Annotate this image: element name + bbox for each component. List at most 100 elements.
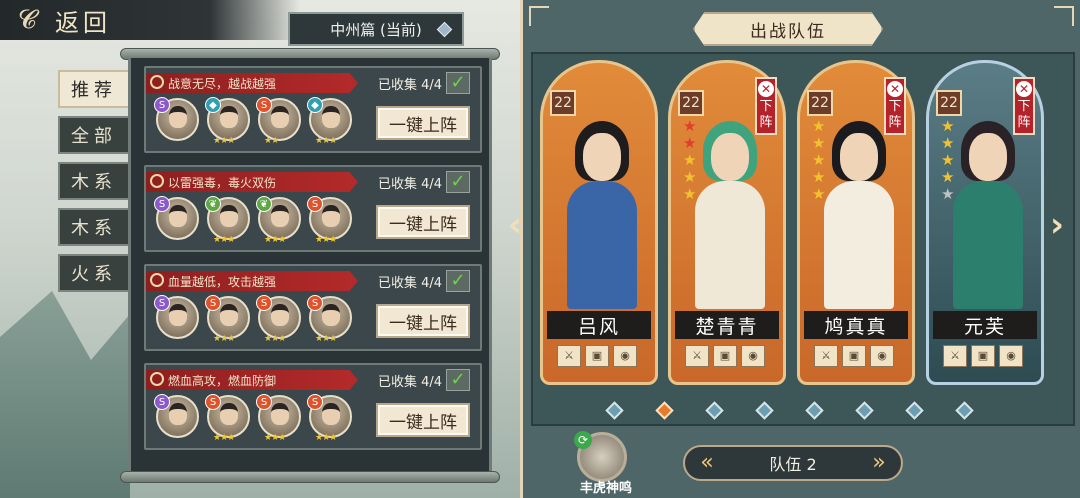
element-icon: S	[256, 394, 272, 410]
team-member-card[interactable]: 22 ★ ★ ★ ★ ★ ✕ 下阵 鸠真真 ⚔ ▣ ◉	[797, 60, 915, 385]
chevron-left-icon[interactable]: ‹	[508, 205, 522, 245]
hero-face	[169, 106, 187, 128]
close-icon: ✕	[1016, 81, 1032, 97]
star-rating: ★★★	[315, 334, 337, 344]
team-member-card[interactable]: 22 吕风 ⚔ ▣ ◉	[540, 60, 658, 385]
chevron-left-icon[interactable]: «	[695, 452, 719, 474]
star-icon: ★	[683, 151, 697, 169]
star-icon: ★	[812, 185, 826, 203]
check-icon: ✓	[446, 369, 470, 391]
collected-count: 已收集 4/4	[378, 78, 443, 93]
page-dot[interactable]	[955, 401, 974, 420]
hero-portrait[interactable]: S ★★★	[205, 394, 250, 443]
lineup-title: 血量越低，攻击越强	[168, 274, 277, 289]
armor-icon[interactable]: ▣	[585, 345, 609, 367]
team-member-card[interactable]: 22 ★ ★ ★ ★ ★ ✕ 下阵 楚青青 ⚔ ▣ ◉	[668, 60, 786, 385]
page-dot[interactable]	[755, 401, 774, 420]
armor-icon[interactable]: ▣	[713, 345, 737, 367]
hero-portrait[interactable]: ❦ ★★★	[256, 196, 301, 245]
hero-portrait[interactable]: ◆ ★★★	[307, 97, 352, 146]
deploy-button[interactable]: 一键上阵	[376, 304, 470, 338]
hero-portrait[interactable]: S	[154, 196, 199, 240]
corner-ornament	[1054, 6, 1074, 26]
deploy-button[interactable]: 一键上阵	[376, 403, 470, 437]
character-face	[711, 133, 749, 181]
element-icon: S	[205, 295, 221, 311]
hero-portrait[interactable]: S ★★★	[307, 394, 352, 443]
star-rating: ★★★	[264, 334, 286, 344]
check-icon: ✓	[446, 171, 470, 193]
page-dot[interactable]	[705, 401, 724, 420]
hero-portrait[interactable]: S	[154, 295, 199, 339]
star-icon: ★	[941, 117, 955, 135]
page-dot[interactable]	[905, 401, 924, 420]
hero-portrait[interactable]: S ★★★	[256, 394, 301, 443]
accessory-icon[interactable]: ◉	[870, 345, 894, 367]
star-icon: ★	[683, 185, 697, 203]
character-name: 鸠真真	[804, 311, 908, 339]
star-rating: ★★	[264, 136, 279, 146]
element-icon: ◆	[307, 97, 323, 113]
hero-face	[220, 106, 238, 128]
accessory-icon[interactable]: ◉	[613, 345, 637, 367]
element-icon: ❦	[205, 196, 221, 212]
page-dot[interactable]	[805, 401, 824, 420]
star-icon: ★	[812, 168, 826, 186]
swirl-back-icon: 𝓒	[18, 5, 37, 35]
lineup-card: 以雷强毒，毒火双伤 已收集 4/4 ✓ S ❦ ★★★ ❦ ★★★ S ★★★ …	[144, 165, 482, 252]
character-face	[583, 133, 621, 181]
remove-button[interactable]: ✕ 下阵	[755, 77, 777, 135]
star-rating: ★ ★ ★ ★ ★	[683, 119, 696, 202]
weapon-icon[interactable]: ⚔	[943, 345, 967, 367]
weapon-icon[interactable]: ⚔	[685, 345, 709, 367]
weapon-icon[interactable]: ⚔	[557, 345, 581, 367]
hero-portrait[interactable]: ❦ ★★★	[205, 196, 250, 245]
hero-portrait[interactable]: S ★★★	[307, 196, 352, 245]
element-icon: S	[154, 97, 170, 113]
hero-portrait[interactable]: S ★★★	[307, 295, 352, 344]
page-dot[interactable]	[605, 401, 624, 420]
star-rating: ★★★	[264, 235, 286, 245]
element-icon: S	[154, 295, 170, 311]
armor-icon[interactable]: ▣	[842, 345, 866, 367]
star-icon: ★	[941, 151, 955, 169]
deploy-button[interactable]: 一键上阵	[376, 205, 470, 239]
hero-portrait[interactable]: S	[154, 97, 199, 141]
hero-portrait[interactable]: S ★★	[256, 97, 301, 146]
remove-button[interactable]: ✕ 下阵	[884, 77, 906, 135]
star-icon: ★	[812, 117, 826, 135]
hero-face	[322, 106, 340, 128]
corner-ornament	[529, 6, 549, 26]
hero-face	[169, 403, 187, 425]
hero-face	[271, 106, 289, 128]
team-selector: « 队伍 2 »	[683, 445, 903, 481]
deploy-button[interactable]: 一键上阵	[376, 106, 470, 140]
remove-label: 下阵	[1017, 99, 1031, 130]
page-dot[interactable]	[855, 401, 874, 420]
skill-button[interactable]: ⟳ 丰虎神鸣	[574, 431, 632, 496]
armor-icon[interactable]: ▣	[971, 345, 995, 367]
hero-portrait[interactable]: S	[154, 394, 199, 438]
character-body	[695, 181, 765, 309]
back-button[interactable]: 𝓒 返回	[0, 0, 300, 40]
team-selector-label: 队伍 2	[769, 455, 817, 474]
star-rating: ★★★	[315, 136, 337, 146]
check-icon: ✓	[446, 72, 470, 94]
star-rating: ★★★	[264, 433, 286, 443]
chevron-right-icon[interactable]: ›	[1050, 205, 1064, 245]
page-dot[interactable]	[655, 401, 674, 420]
chevron-right-icon[interactable]: »	[867, 452, 891, 474]
element-icon: S	[154, 394, 170, 410]
accessory-icon[interactable]: ◉	[999, 345, 1023, 367]
close-icon: ✕	[758, 81, 774, 97]
weapon-icon[interactable]: ⚔	[814, 345, 838, 367]
hero-portrait[interactable]: S ★★★	[205, 295, 250, 344]
team-member-card[interactable]: 22 ★ ★ ★ ★ ★ ✕ 下阵 元芙 ⚔ ▣ ◉	[926, 60, 1044, 385]
magnifier-icon	[150, 75, 164, 89]
hero-portrait[interactable]: ◆ ★★★	[205, 97, 250, 146]
hero-portrait[interactable]: S ★★★	[256, 295, 301, 344]
remove-button[interactable]: ✕ 下阵	[1013, 77, 1035, 135]
accessory-icon[interactable]: ◉	[741, 345, 765, 367]
chapter-selector[interactable]: 中州篇 (当前)	[288, 12, 464, 46]
hero-face	[220, 403, 238, 425]
